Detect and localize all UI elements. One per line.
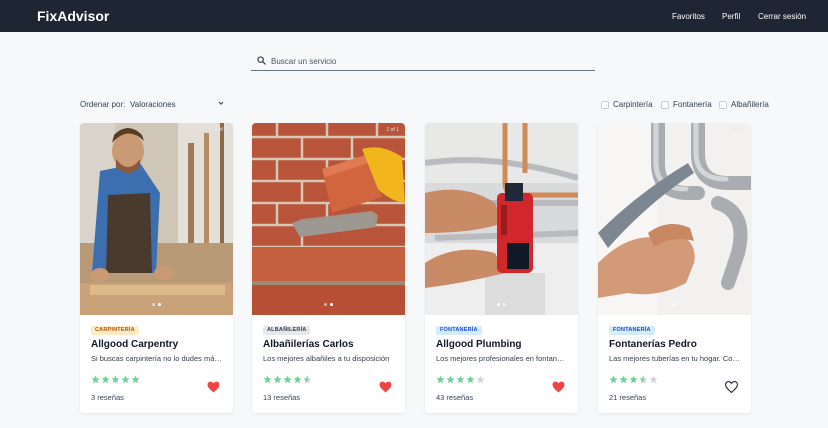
service-card[interactable]: 1 of 1 ALBAÑILERÍA Albañilerías Carlos L…	[252, 123, 405, 413]
star-icon	[609, 375, 618, 384]
card-description: Los mejores profesionales en fontanería	[436, 354, 568, 363]
category-badge: CARPINTERÍA	[91, 326, 139, 335]
bricklayer-photo	[252, 123, 405, 315]
star-icon	[101, 375, 110, 384]
carousel-dots[interactable]	[252, 303, 405, 306]
card-title[interactable]: Fontanerías Pedro	[609, 339, 697, 350]
carousel-dot[interactable]	[158, 303, 161, 306]
image-counter: 1 of 1	[559, 127, 572, 133]
review-count: 43 reseñas	[436, 393, 474, 402]
carousel-dot[interactable]	[324, 303, 327, 306]
star-icon	[121, 375, 130, 384]
service-card[interactable]: 1 of 1 FONTANERÍA Fontanerías Pedro Las …	[598, 123, 751, 413]
sort-select[interactable]: Valoraciones	[130, 100, 226, 110]
carousel-dot[interactable]	[503, 303, 506, 306]
rating-stars	[609, 375, 658, 384]
checkbox[interactable]	[601, 100, 609, 109]
top-navbar: FixAdvisor Favoritos Perfil Cerrar sesió…	[0, 0, 828, 32]
star-icon	[629, 375, 638, 384]
checkbox[interactable]	[661, 100, 669, 109]
checkbox[interactable]	[719, 100, 727, 109]
heart-icon[interactable]	[379, 381, 392, 393]
card-description: Los mejores albañiles a tu disposición	[263, 354, 390, 363]
star-icon	[446, 375, 455, 384]
card-description: Si buscas carpintería no lo dudes más, s…	[91, 354, 223, 363]
chevron-down-icon	[218, 101, 224, 105]
image-counter: 1 of 1	[214, 127, 227, 133]
star-icon	[111, 375, 120, 384]
service-card[interactable]: 1 of 1 CARPINTERÍA Allgood Carpentry Si …	[80, 123, 233, 413]
heart-outline-icon[interactable]	[725, 381, 738, 393]
star-icon	[263, 375, 272, 384]
carpenter-photo	[80, 123, 233, 315]
image-counter: 1 of 1	[386, 127, 399, 133]
review-count: 21 reseñas	[609, 393, 647, 402]
card-title[interactable]: Albañilerías Carlos	[263, 339, 354, 350]
star-icon	[476, 375, 485, 384]
filter-fontaneria[interactable]: Fontanería	[661, 99, 712, 110]
star-icon	[649, 375, 658, 384]
brand-logo[interactable]: FixAdvisor	[37, 8, 109, 24]
pipes-photo	[598, 123, 751, 315]
star-icon	[293, 375, 302, 384]
search-input[interactable]	[271, 53, 581, 69]
category-badge: FONTANERÍA	[436, 326, 482, 335]
rating-stars	[263, 375, 312, 384]
search-bar	[251, 51, 595, 71]
star-icon	[619, 375, 628, 384]
carousel-dot[interactable]	[330, 303, 333, 306]
review-count: 3 reseñas	[91, 393, 124, 402]
nav-logout[interactable]: Cerrar sesión	[758, 12, 806, 21]
filter-label: Fontanería	[673, 100, 712, 109]
search-icon	[257, 56, 266, 65]
category-badge: FONTANERÍA	[609, 326, 655, 335]
card-title[interactable]: Allgood Plumbing	[436, 339, 522, 350]
sort-label: Ordenar por:	[80, 100, 126, 109]
carousel-dot[interactable]	[497, 303, 500, 306]
carousel-dots[interactable]	[425, 303, 578, 306]
category-badge: ALBAÑILERÍA	[263, 326, 311, 335]
star-icon	[91, 375, 100, 384]
carousel-dot[interactable]	[152, 303, 155, 306]
star-icon	[131, 375, 140, 384]
filter-label: Carpintería	[613, 100, 653, 109]
star-icon	[283, 375, 292, 384]
nav-perfil[interactable]: Perfil	[722, 12, 740, 21]
star-icon	[303, 375, 312, 384]
filter-carpinteria[interactable]: Carpintería	[601, 99, 653, 110]
rating-stars	[436, 375, 485, 384]
card-title[interactable]: Allgood Carpentry	[91, 339, 178, 350]
star-icon	[639, 375, 648, 384]
review-count: 13 reseñas	[263, 393, 301, 402]
card-description: Las mejores tuberías en tu hogar. Contác…	[609, 354, 741, 363]
star-icon	[466, 375, 475, 384]
service-card[interactable]: 1 of 1 FONTANERÍA Allgood Plumbing Los m…	[425, 123, 578, 413]
image-counter: 1 of 1	[732, 127, 745, 133]
carousel-dots[interactable]	[80, 303, 233, 306]
heart-icon[interactable]	[207, 381, 220, 393]
carousel-dots[interactable]	[598, 303, 751, 306]
nav-favoritos[interactable]: Favoritos	[672, 12, 705, 21]
heart-icon[interactable]	[552, 381, 565, 393]
star-icon	[273, 375, 282, 384]
filter-albanileria[interactable]: Albañilería	[719, 99, 769, 110]
star-icon	[436, 375, 445, 384]
plumber-photo	[425, 123, 578, 315]
rating-stars	[91, 375, 140, 384]
star-icon	[456, 375, 465, 384]
filter-label: Albañilería	[731, 100, 769, 109]
sort-value: Valoraciones	[130, 100, 176, 109]
carousel-dot[interactable]	[673, 303, 676, 306]
